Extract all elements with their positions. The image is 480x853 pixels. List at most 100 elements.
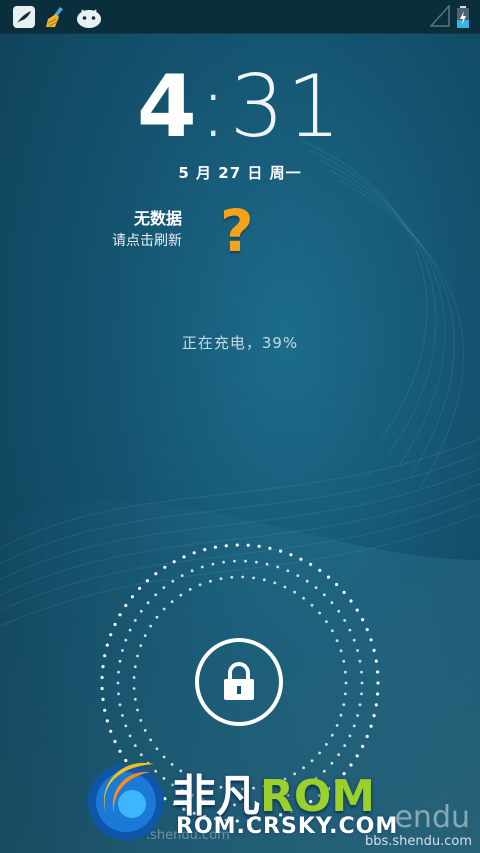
ring-dot — [276, 565, 280, 569]
question-mark-icon[interactable]: ? — [220, 197, 254, 265]
ring-dot — [211, 562, 215, 566]
ring-dot — [149, 738, 152, 742]
ring-dot — [200, 565, 204, 569]
ring-dot — [348, 628, 352, 632]
ring-dot — [360, 670, 363, 674]
ring-dot — [128, 628, 132, 632]
ring-dot — [116, 681, 120, 685]
ring-dot — [136, 708, 139, 712]
ring-dot — [145, 579, 149, 583]
ring-dot — [121, 714, 124, 717]
status-bar — [0, 0, 480, 33]
ring-dot — [255, 560, 258, 564]
ring-dot — [376, 692, 380, 696]
lockscreen-clock: 4:31 — [0, 62, 480, 152]
ring-dot — [162, 586, 166, 589]
ring-dot — [139, 609, 143, 613]
unlock-handle[interactable] — [195, 638, 283, 726]
ring-dot — [296, 574, 300, 577]
ring-dot — [162, 607, 166, 611]
ring-dot — [109, 729, 113, 733]
ring-dot — [209, 579, 212, 583]
ring-dot — [155, 747, 159, 751]
ring-dot — [118, 659, 122, 663]
ring-dot — [105, 719, 109, 723]
clock-separator: : — [198, 57, 230, 157]
ring-dot — [343, 744, 347, 747]
ring-dot — [348, 734, 352, 738]
signal-empty-icon — [429, 4, 450, 31]
ring-dot — [154, 572, 158, 576]
ring-dot — [133, 744, 137, 747]
ring-dot — [365, 628, 369, 632]
ring-dot — [325, 743, 328, 746]
ring-dot — [203, 548, 207, 552]
ring-dot — [318, 568, 322, 572]
ring-dot — [118, 703, 122, 707]
ring-dot — [113, 739, 117, 744]
ring-dot — [182, 555, 186, 559]
ring-dot — [124, 638, 128, 642]
ring-dot — [361, 618, 365, 622]
ring-dot — [361, 744, 365, 748]
ring-dot — [219, 577, 223, 581]
ring-dot — [235, 543, 239, 547]
ring-dot — [289, 553, 293, 557]
lockscreen-date: 5 月 27 日 周一 — [178, 164, 302, 182]
ring-dot — [339, 713, 343, 717]
ring-dot — [155, 615, 159, 619]
ring-dot — [358, 659, 362, 663]
ring-dot — [337, 609, 341, 613]
android-icon — [76, 5, 101, 29]
ring-dot — [171, 579, 175, 583]
ring-dot — [121, 649, 124, 652]
ring-dot — [244, 559, 247, 563]
ring-dot — [262, 578, 266, 582]
ring-dot — [133, 619, 137, 622]
ring-dot — [213, 545, 217, 549]
ring-dot — [179, 593, 183, 597]
ring-dot — [344, 670, 347, 674]
ring-dot — [101, 697, 105, 701]
ring-dot — [369, 724, 373, 728]
ring-dot — [143, 729, 147, 732]
ring-dot — [365, 734, 369, 738]
clock-hour: 4 — [136, 57, 199, 157]
ring-dot — [349, 599, 353, 603]
ring-dot — [128, 734, 132, 738]
ring-dot — [136, 654, 139, 658]
ring-dot — [103, 708, 107, 712]
ring-dot — [358, 703, 362, 707]
ring-dot — [190, 569, 194, 573]
ring-dot — [149, 624, 152, 628]
ring-dot — [352, 638, 356, 642]
ring-dot — [139, 644, 143, 647]
ring-dot — [172, 560, 176, 564]
ring-dot — [139, 719, 143, 722]
ring-dot — [133, 697, 137, 701]
ring-dot — [299, 557, 303, 561]
ring-dot — [330, 733, 334, 737]
ring-dot — [146, 601, 150, 605]
ring-dot — [376, 681, 380, 685]
ring-dot — [372, 714, 376, 718]
ring-dot — [293, 590, 296, 594]
ring-dot — [101, 665, 105, 669]
ring-dot — [154, 593, 158, 597]
ring-dot — [360, 681, 364, 685]
feifan-logo-icon — [88, 762, 164, 840]
ring-dot — [330, 601, 334, 605]
weather-refresh-hint[interactable]: 请点击刷新 — [112, 230, 182, 250]
ring-dot — [279, 549, 283, 553]
ring-dot — [374, 659, 378, 663]
ring-dot — [309, 562, 313, 566]
corner-brand-text: endu — [394, 800, 470, 835]
ring-dot — [356, 714, 359, 717]
ring-dot — [322, 593, 326, 597]
ring-dot — [305, 579, 309, 583]
ring-dot — [342, 659, 346, 663]
weather-widget[interactable]: 无数据 请点击刷新 ? — [100, 197, 254, 265]
ring-dot — [109, 633, 113, 637]
ring-dot — [339, 649, 343, 653]
ring-dot — [103, 654, 107, 658]
